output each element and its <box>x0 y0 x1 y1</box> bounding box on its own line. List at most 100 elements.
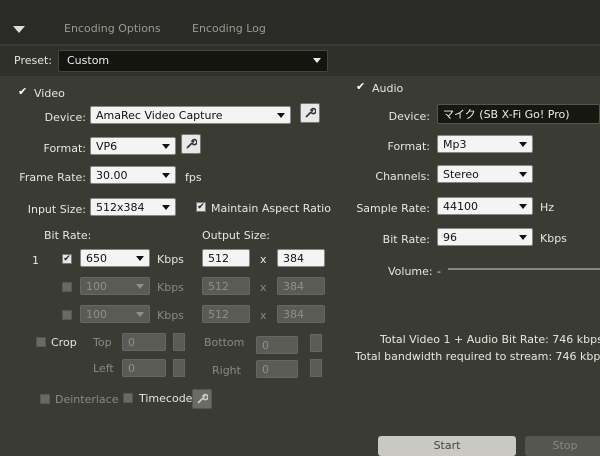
times-sign: x <box>260 309 267 322</box>
stop-button[interactable]: Stop <box>525 436 600 456</box>
audio-device-value: マイク (SB X-Fi Go! Pro) <box>443 108 570 121</box>
video-section-label: Video <box>34 87 65 100</box>
output-height-input[interactable]: 384 <box>277 277 325 295</box>
bitrate-row-dropdown[interactable]: 650 <box>80 249 150 267</box>
chevron-down-icon <box>519 172 527 177</box>
channels-label: Channels: <box>375 170 430 183</box>
deinterlace-checkbox[interactable] <box>40 394 50 404</box>
crop-left-stepper[interactable] <box>173 359 185 377</box>
tab-encoding-log[interactable]: Encoding Log <box>192 22 266 35</box>
frame-rate-label: Frame Rate: <box>19 171 86 184</box>
output-width-input[interactable]: 512 <box>202 305 250 323</box>
chevron-down-icon <box>162 144 170 149</box>
times-sign: x <box>260 253 267 266</box>
volume-slider[interactable] <box>448 268 600 270</box>
input-size-value: 512x384 <box>96 201 145 214</box>
video-format-value: VP6 <box>96 140 118 153</box>
row-number: 1 <box>32 254 39 267</box>
audio-device-dropdown[interactable]: マイク (SB X-Fi Go! Pro) <box>437 104 600 124</box>
wrench-icon[interactable] <box>192 389 212 409</box>
preset-dropdown[interactable]: Custom <box>58 50 328 72</box>
chevron-down-icon <box>519 142 527 147</box>
preset-label: Preset: <box>14 54 53 67</box>
bitrate-row-checkbox[interactable] <box>62 310 72 320</box>
tab-encoding-options[interactable]: Encoding Options <box>64 22 161 35</box>
frame-rate-dropdown[interactable]: 30.00 <box>90 166 176 184</box>
crop-right-label: Right <box>212 364 241 377</box>
chevron-down-icon <box>136 312 144 317</box>
audio-format-label: Format: <box>387 140 430 153</box>
crop-top-label: Top <box>93 336 112 349</box>
frame-rate-unit: fps <box>185 171 202 184</box>
audio-format-value: Mp3 <box>443 138 467 151</box>
audio-format-dropdown[interactable]: Mp3 <box>437 135 533 153</box>
chevron-down-icon <box>136 256 144 261</box>
maintain-aspect-checkbox[interactable]: ✔ <box>196 202 206 212</box>
audio-bit-rate-unit: Kbps <box>540 232 567 245</box>
output-height-input[interactable]: 384 <box>277 305 325 323</box>
crop-label: Crop <box>51 336 77 349</box>
crop-top-input[interactable]: 0 <box>122 333 166 351</box>
audio-checkbox[interactable]: ✔ <box>356 80 365 93</box>
video-format-label: Format: <box>43 142 86 155</box>
sample-rate-label: Sample Rate: <box>356 202 430 215</box>
deinterlace-label: Deinterlace <box>55 393 119 406</box>
crop-left-input[interactable]: 0 <box>122 359 166 377</box>
bitrate-row-value: 100 <box>86 280 107 293</box>
total-bandwidth-text: Total bandwidth required to stream: 746 … <box>355 350 600 363</box>
wrench-icon[interactable] <box>181 134 201 154</box>
chevron-down-icon <box>277 113 285 118</box>
bitrate-row-checkbox[interactable] <box>62 282 72 292</box>
crop-bottom-label: Bottom <box>204 336 245 349</box>
video-device-label: Device: <box>44 111 86 124</box>
crop-right-stepper[interactable] <box>310 359 322 377</box>
output-width-input[interactable]: 512 <box>202 277 250 295</box>
sample-rate-value: 44100 <box>443 200 478 213</box>
crop-checkbox[interactable] <box>36 337 46 347</box>
chevron-down-icon <box>519 204 527 209</box>
chevron-down-icon <box>162 173 170 178</box>
audio-section-label: Audio <box>372 82 404 95</box>
volume-minus: - <box>437 265 441 278</box>
crop-top-stepper[interactable] <box>173 333 185 351</box>
total-bitrate-text: Total Video 1 + Audio Bit Rate: 746 kbps <box>380 333 600 346</box>
chevron-down-icon <box>162 205 170 210</box>
crop-left-label: Left <box>93 362 114 375</box>
bitrate-unit: Kbps <box>157 309 184 322</box>
bit-rate-header: Bit Rate: <box>44 229 92 242</box>
video-device-dropdown[interactable]: AmaRec Video Capture <box>90 106 291 124</box>
video-device-value: AmaRec Video Capture <box>96 109 223 122</box>
audio-bit-rate-dropdown[interactable]: 96 <box>437 228 533 246</box>
bitrate-unit: Kbps <box>157 253 184 266</box>
sample-rate-dropdown[interactable]: 44100 <box>437 197 533 215</box>
chevron-down-icon <box>136 284 144 289</box>
crop-bottom-stepper[interactable] <box>310 334 322 352</box>
collapse-chevron-icon[interactable] <box>13 26 25 33</box>
output-height-input[interactable]: 384 <box>277 249 325 267</box>
audio-device-label: Device: <box>388 110 430 123</box>
maintain-aspect-label: Maintain Aspect Ratio <box>211 202 331 215</box>
output-width-input[interactable]: 512 <box>202 249 250 267</box>
timecode-checkbox[interactable] <box>123 393 133 403</box>
sample-rate-unit: Hz <box>540 201 555 214</box>
output-size-header: Output Size: <box>202 229 270 242</box>
bitrate-row-value: 650 <box>86 252 107 265</box>
video-format-dropdown[interactable]: VP6 <box>90 137 176 155</box>
chevron-down-icon <box>519 235 527 240</box>
video-checkbox[interactable]: ✔ <box>18 85 27 98</box>
bitrate-row-dropdown[interactable]: 100 <box>80 277 150 295</box>
start-button[interactable]: Start <box>378 436 516 456</box>
bitrate-unit: Kbps <box>157 281 184 294</box>
crop-bottom-input[interactable]: 0 <box>256 336 298 354</box>
input-size-dropdown[interactable]: 512x384 <box>90 198 176 216</box>
audio-bit-rate-label: Bit Rate: <box>382 233 430 246</box>
volume-label: Volume: <box>388 265 433 278</box>
wrench-icon[interactable] <box>300 103 320 123</box>
channels-value: Stereo <box>443 168 479 181</box>
bitrate-row-dropdown[interactable]: 100 <box>80 305 150 323</box>
timecode-label: Timecode <box>139 392 193 405</box>
crop-right-input[interactable]: 0 <box>256 360 298 378</box>
channels-dropdown[interactable]: Stereo <box>437 165 533 183</box>
audio-bit-rate-value: 96 <box>443 231 457 244</box>
bitrate-row-checkbox[interactable]: ✔ <box>62 254 72 264</box>
